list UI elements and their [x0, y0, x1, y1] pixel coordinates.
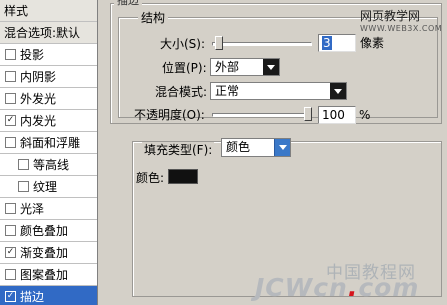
- chevron-down-icon[interactable]: [330, 83, 346, 99]
- fill-type-dropdown[interactable]: 颜色: [221, 138, 291, 157]
- chevron-down-icon[interactable]: [263, 59, 279, 75]
- opacity-unit: %: [359, 108, 371, 122]
- color-swatch[interactable]: [168, 169, 198, 184]
- blend-mode-label: 混合模式:: [155, 85, 208, 99]
- style-item-label: 外发光: [20, 92, 57, 106]
- watermark-logo-prefix: JCWcn: [255, 273, 348, 302]
- style-checkbox[interactable]: [5, 71, 16, 82]
- style-item[interactable]: 投影: [0, 44, 97, 66]
- style-checkbox[interactable]: [18, 181, 29, 192]
- style-item[interactable]: 外发光: [0, 88, 97, 110]
- blend-options-item[interactable]: 混合选项:默认: [0, 22, 97, 44]
- opacity-value: 100: [322, 108, 345, 122]
- watermark-top: 网页教学网 WWW.WEB3X.COM: [360, 7, 442, 33]
- style-checkbox[interactable]: [5, 49, 16, 60]
- size-unit: 像素: [360, 36, 385, 50]
- opacity-slider[interactable]: [212, 113, 312, 117]
- style-item-label: 内发光: [20, 114, 57, 128]
- style-item-label: 斜面和浮雕: [20, 136, 81, 150]
- style-checkbox[interactable]: [5, 203, 16, 214]
- style-item[interactable]: 纹理: [0, 176, 97, 198]
- size-slider[interactable]: [212, 42, 312, 46]
- style-checkbox[interactable]: [5, 93, 16, 104]
- style-item[interactable]: 图案叠加: [0, 264, 97, 286]
- chevron-down-icon[interactable]: [274, 139, 290, 156]
- watermark-logo-suffix: com: [358, 273, 420, 302]
- size-label: 大小(S):: [160, 37, 206, 51]
- style-item[interactable]: ✓ 内发光: [0, 110, 97, 132]
- style-item-label: 投影: [20, 48, 45, 62]
- style-checkbox[interactable]: [5, 225, 16, 236]
- styles-header[interactable]: 样式: [0, 0, 97, 22]
- style-item-label: 颜色叠加: [20, 224, 69, 238]
- styles-list-panel: 样式 混合选项:默认 投影内阴影外发光 ✓ 内发光斜面和浮雕等高线纹理光泽颜色叠加 ✓…: [0, 0, 98, 305]
- blend-mode-dropdown[interactable]: 正常: [210, 82, 347, 100]
- opacity-label: 不透明度(O):: [134, 108, 205, 122]
- style-checkbox[interactable]: ✓: [5, 291, 16, 302]
- style-item-label: 描边: [20, 290, 45, 304]
- opacity-input[interactable]: 100: [318, 106, 356, 124]
- position-value: 外部: [215, 60, 240, 74]
- style-item-label: 纹理: [33, 180, 58, 194]
- size-value: 3: [322, 36, 332, 50]
- position-label: 位置(P):: [162, 61, 207, 75]
- style-checkbox[interactable]: [5, 269, 16, 280]
- style-item[interactable]: 斜面和浮雕: [0, 132, 97, 154]
- style-item[interactable]: ✓ 描边: [0, 286, 97, 305]
- watermark-top-cn: 网页教学网: [360, 9, 421, 23]
- style-item[interactable]: 内阴影: [0, 66, 97, 88]
- style-checkbox[interactable]: [5, 137, 16, 148]
- style-item-label: 图案叠加: [20, 268, 69, 282]
- fill-type-value: 颜色: [226, 140, 251, 154]
- style-item-label: 光泽: [20, 202, 45, 216]
- style-item-label: 渐变叠加: [20, 246, 69, 260]
- watermark-bottom-logo: JCWcn.com: [255, 273, 419, 302]
- style-item[interactable]: 颜色叠加: [0, 220, 97, 242]
- style-checkbox[interactable]: ✓: [5, 247, 16, 258]
- size-slider-knob[interactable]: [214, 36, 223, 50]
- style-checkbox[interactable]: [18, 159, 29, 170]
- stroke-section-title: 描边: [114, 0, 142, 7]
- blend-options-label: 混合选项:默认: [4, 26, 81, 40]
- style-item-label: 内阴影: [20, 70, 57, 84]
- size-input[interactable]: 3: [318, 34, 356, 52]
- style-item[interactable]: 光泽: [0, 198, 97, 220]
- color-label: 颜色:: [136, 171, 165, 185]
- structure-title: 结构: [138, 11, 169, 25]
- watermark-logo-dot: .: [347, 273, 359, 302]
- style-item-label: 等高线: [33, 158, 70, 172]
- watermark-top-url: WWW.WEB3X.COM: [360, 24, 443, 33]
- style-checkbox[interactable]: ✓: [5, 115, 16, 126]
- blend-mode-value: 正常: [215, 84, 240, 98]
- opacity-slider-knob[interactable]: [304, 107, 312, 121]
- styles-header-label: 样式: [4, 4, 29, 18]
- style-item[interactable]: 等高线: [0, 154, 97, 176]
- fill-type-label: 填充类型(F):: [142, 142, 215, 158]
- position-dropdown[interactable]: 外部: [210, 58, 280, 76]
- style-item[interactable]: ✓ 渐变叠加: [0, 242, 97, 264]
